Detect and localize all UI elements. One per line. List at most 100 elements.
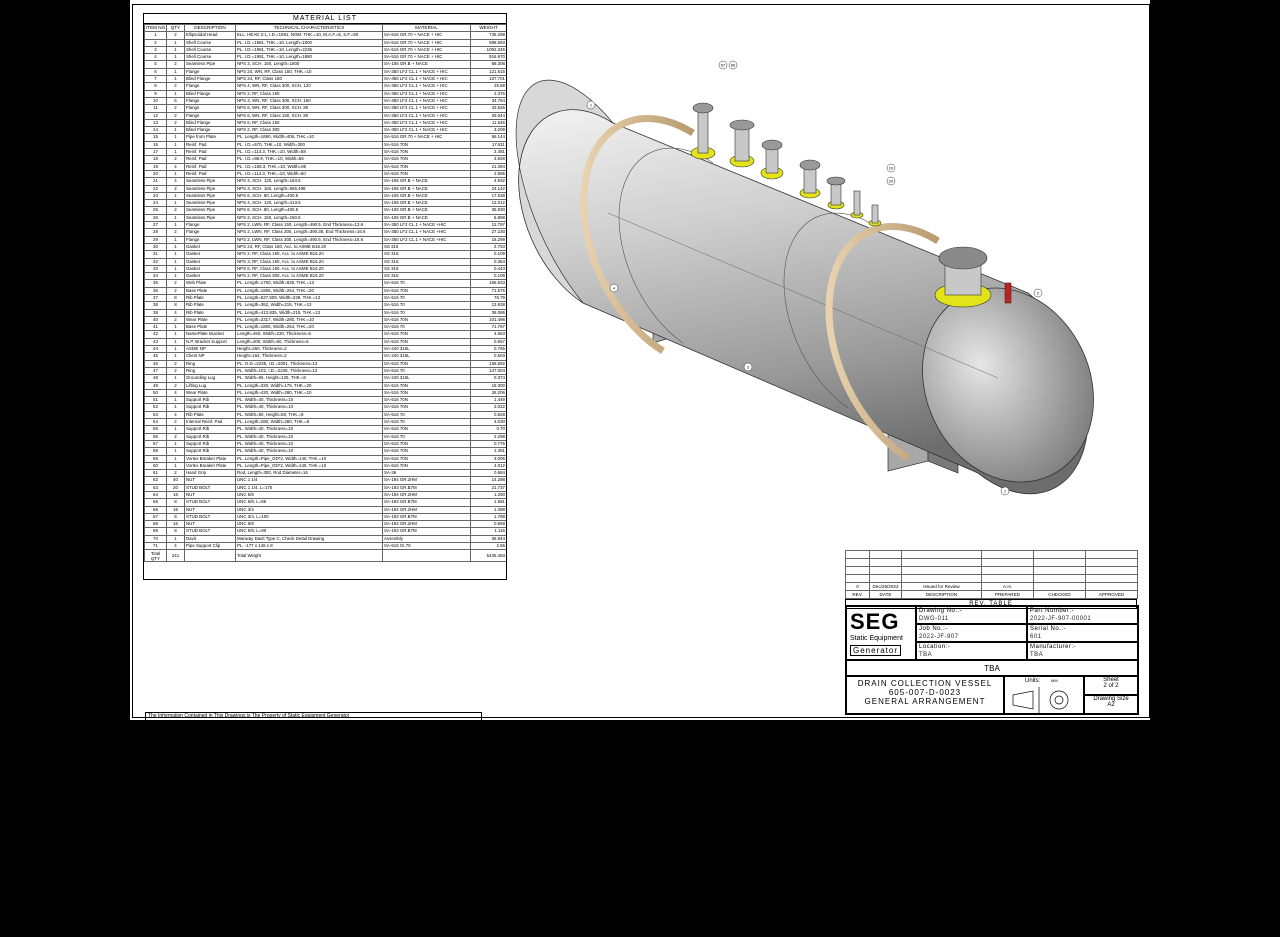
table-cell: 43.526: [470, 104, 506, 113]
table-cell: 2: [166, 359, 185, 368]
table-row: 6 1 Flange NPS 24, WN, RF, Class 150, THK.=…: [144, 67, 506, 77]
table-cell: 40: [144, 315, 167, 325]
table-cell: Height=164, Thickness=2: [235, 352, 383, 361]
material-list: MATERIAL LIST ITEM NO. QTY DESCRIPTION TECH…: [143, 13, 507, 580]
table-cell: Reinf. Pad: [184, 169, 236, 179]
table-cell: SA-350 LF2 CL.1 + NACE +HIC: [382, 235, 471, 244]
table-cell: 60: [144, 461, 167, 471]
table-cell: 30: [144, 242, 167, 252]
table-cell: Gasket: [184, 257, 236, 266]
table-cell: Support Rib: [184, 447, 236, 456]
job-no-label: Job No.:-: [919, 626, 948, 632]
table-cell: SA-194 GR.2HM: [382, 476, 471, 485]
table-cell: NPS 6, RF, Class 150, Acc. to ASME B16.2…: [235, 264, 383, 274]
title-block: SEG Static Equipment Generator Drawing N…: [845, 605, 1139, 715]
table-row: 61 2 Hand Grip Rod, Length=300, Rod Diamete…: [144, 469, 506, 478]
table-cell: 1: [166, 337, 185, 347]
table-cell: 0.765: [470, 345, 506, 354]
table-row: 39 4 Rib Plate PL. Length=413.835, Width=21…: [144, 308, 506, 317]
column-header: QTY: [166, 23, 185, 33]
table-row: 15 1 Pipe from Plate PL. Length=1690, Width…: [144, 133, 506, 142]
job-no: 2022-JF-907: [919, 634, 959, 640]
table-cell: 1: [166, 396, 185, 405]
table-row: 11 2 Flange NPS 6, WN, RF, Class 300, SCH. …: [144, 104, 506, 113]
table-cell: 39: [144, 308, 167, 317]
table-cell: NPS 24, RF, Class 150, Acc. to ASME B16.…: [235, 242, 383, 252]
table-cell: 34.764: [470, 96, 506, 106]
table-cell: NPS 2, LWN, RF, Class 150, Length=490.5,…: [235, 220, 383, 230]
table-cell: Reinf. Pad: [184, 155, 236, 164]
table-cell: SA-350 LF2 CL.1 + NACE + HIC: [382, 118, 471, 128]
table-cell: 1: [166, 169, 185, 179]
table-cell: 45: [144, 352, 167, 361]
table-cell: 6: [166, 96, 185, 106]
table-cell: NPS 6, WN, RF, Class 300, SCH. 80: [235, 104, 383, 113]
table-cell: PL. Width=40, Thickness=10: [235, 403, 383, 412]
table-row: 65 8 STUD BOLT UNC 5/8, L=85 SA-193 GR.B7M 1.…: [144, 498, 506, 507]
table-cell: 46: [144, 359, 167, 368]
table-cell: 1: [166, 148, 185, 157]
table-cell: PL. Length=280, Width=280, THK.=8: [235, 418, 383, 427]
table-cell: UNC 1 1/4: [235, 476, 383, 485]
table-cell: Base Plate: [184, 323, 236, 332]
table-cell: Rib Plate: [184, 410, 236, 420]
table-cell: 166.633: [470, 279, 506, 288]
table-cell: 61: [144, 469, 167, 478]
table-cell: Shell Course: [184, 53, 236, 62]
table-cell: SA-516 70N: [382, 162, 471, 171]
table-cell: 53: [144, 410, 167, 420]
table-row: 23 1 Seamless Pipe NPS 6, SCH. 80, Length=4…: [144, 191, 506, 201]
table-cell: 8: [166, 527, 185, 536]
table-cell: 3.022: [470, 403, 506, 412]
serial-no-label: Serial No.:-: [1030, 626, 1067, 632]
table-cell: 0.443: [470, 264, 506, 274]
table-cell: UNC 1 1/4, L=175: [235, 483, 383, 493]
table-cell: SA-106 GR.B + NACE: [382, 199, 471, 208]
table-cell: 56.144: [470, 133, 506, 142]
table-cell: NPS 4, WN, RF, Class 300, SCH. 120: [235, 82, 383, 91]
table-cell: 2: [166, 104, 185, 113]
revision-table: 0 Dec/29/2022 Issued for Review A.H. REV. DAT…: [845, 550, 1138, 609]
table-cell: 35: [144, 279, 167, 288]
drawing-no: DWG-011: [919, 616, 949, 622]
table-cell: 2: [166, 279, 185, 288]
table-row: 70 1 Davit Manway Davit Type C, Check Detai…: [144, 534, 506, 544]
table-cell: Support Rib: [184, 439, 236, 449]
table-row: 67 8 STUD BOLT UNC 3/4, L=100 SA-193 GR.B7M 1…: [144, 512, 506, 522]
table-row: 48 1 Grounding Lug PL. Width=65, Height=125…: [144, 374, 506, 383]
table-cell: NPS 4, SCH. 120, Length=163.5: [235, 177, 383, 186]
table-cell: 2.595: [470, 169, 506, 179]
table-cell: 1: [166, 53, 185, 62]
table-cell: 1092.345: [470, 45, 506, 55]
revision-cell: [1085, 582, 1138, 591]
table-cell: Assembly: [382, 534, 471, 544]
table-cell: UNC 5/8, L=90: [235, 527, 383, 536]
table-cell: PL. Length=1690, Width=406, THK.=10: [235, 133, 383, 142]
table-cell: 26: [144, 213, 167, 223]
table-row: 31 1 Gasket NPS 2, RF, Class 150, Acc. to A…: [144, 250, 506, 259]
total-row: Total QTY 241 Total Weight 5435.483: [144, 549, 506, 563]
table-cell: 20: [144, 169, 167, 179]
table-cell: Flange: [184, 220, 236, 230]
table-cell: Blind Flange: [184, 118, 236, 128]
table-cell: 1: [166, 345, 185, 354]
table-cell: Height=260, Thickness=2: [235, 345, 383, 354]
table-cell: SA-516 70: [382, 293, 471, 303]
table-cell: 1: [166, 38, 185, 47]
table-cell: 62: [144, 476, 167, 485]
table-cell: 1: [166, 374, 185, 383]
table-cell: SA-516 70: [382, 366, 471, 376]
table-cell: 36: [144, 286, 167, 296]
table-cell: 51: [144, 396, 167, 405]
revision-column-header: PREPARED: [981, 590, 1034, 599]
table-cell: Hand Grip: [184, 469, 236, 478]
table-cell: 37: [144, 293, 167, 303]
table-cell: 66: [144, 505, 167, 514]
table-row: 2 1 Shell Course PL. I.D.=1981, THK.=10, Le…: [144, 38, 506, 47]
revision-column-header: CHECKED: [1033, 590, 1086, 599]
table-row: 60 1 Vortex Breaker Plate PL. Length=Pipe_O…: [144, 461, 506, 471]
table-cell: Rib Plate: [184, 301, 236, 310]
table-cell: 50: [144, 388, 167, 398]
table-cell: 2: [166, 118, 185, 128]
table-cell: SA-516 70: [382, 323, 471, 332]
